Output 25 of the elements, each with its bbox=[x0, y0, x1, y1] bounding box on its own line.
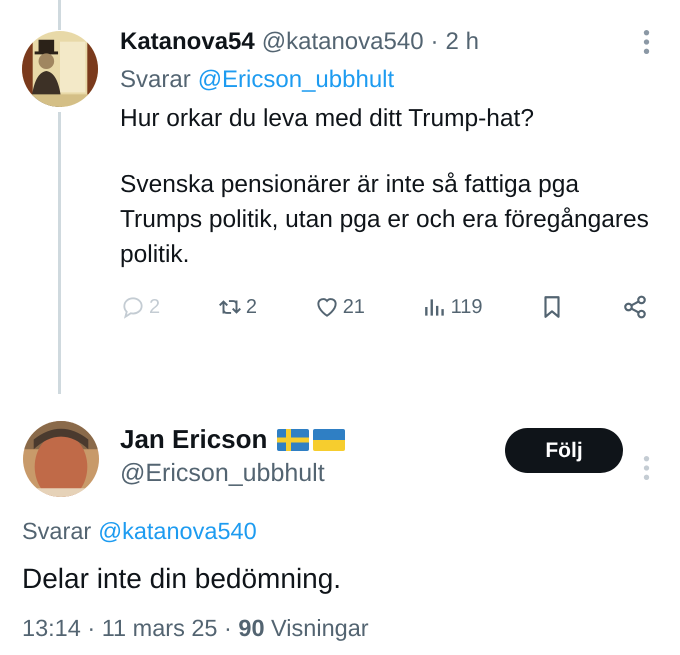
action-count: 2 bbox=[246, 296, 257, 318]
repost-action[interactable]: 2 bbox=[216, 294, 257, 320]
action-count: 119 bbox=[450, 296, 483, 318]
tweet-text: Delar inte din bedömning. bbox=[22, 563, 342, 595]
timestamp[interactable]: 2 h bbox=[446, 28, 479, 56]
action-count: 21 bbox=[342, 296, 365, 318]
author-name[interactable]: Jan Ericson bbox=[120, 424, 268, 455]
action-count: 2 bbox=[149, 296, 160, 318]
more-icon[interactable] bbox=[643, 29, 650, 55]
author-handle[interactable]: @Ericson_ubbhult bbox=[120, 459, 346, 488]
tweet-text: Svenska pensionärer är inte så fattiga pga Trumps politik, utan pga er och era föregångares politik. bbox=[120, 170, 650, 270]
like-action[interactable]: 21 bbox=[314, 294, 365, 320]
replying-label: Svarar bbox=[22, 518, 92, 545]
author-handle[interactable]: @katanova540 bbox=[262, 28, 424, 56]
separator-dot: · bbox=[430, 28, 439, 56]
views-action[interactable]: 119 bbox=[422, 294, 483, 320]
follow-button[interactable]: Följ bbox=[505, 428, 623, 473]
tweet-meta: 13:14 · 11 mars 25 · 90 Visningar bbox=[22, 615, 370, 642]
share-icon bbox=[622, 294, 648, 320]
share-action[interactable] bbox=[622, 294, 648, 320]
replying-label: Svarar bbox=[120, 66, 191, 94]
flag-icon bbox=[277, 428, 310, 450]
flag-icon bbox=[313, 428, 346, 450]
tweet-text: Hur orkar du leva med ditt Trump-hat? bbox=[120, 104, 535, 134]
author-name[interactable]: Katanova54 bbox=[120, 28, 255, 56]
